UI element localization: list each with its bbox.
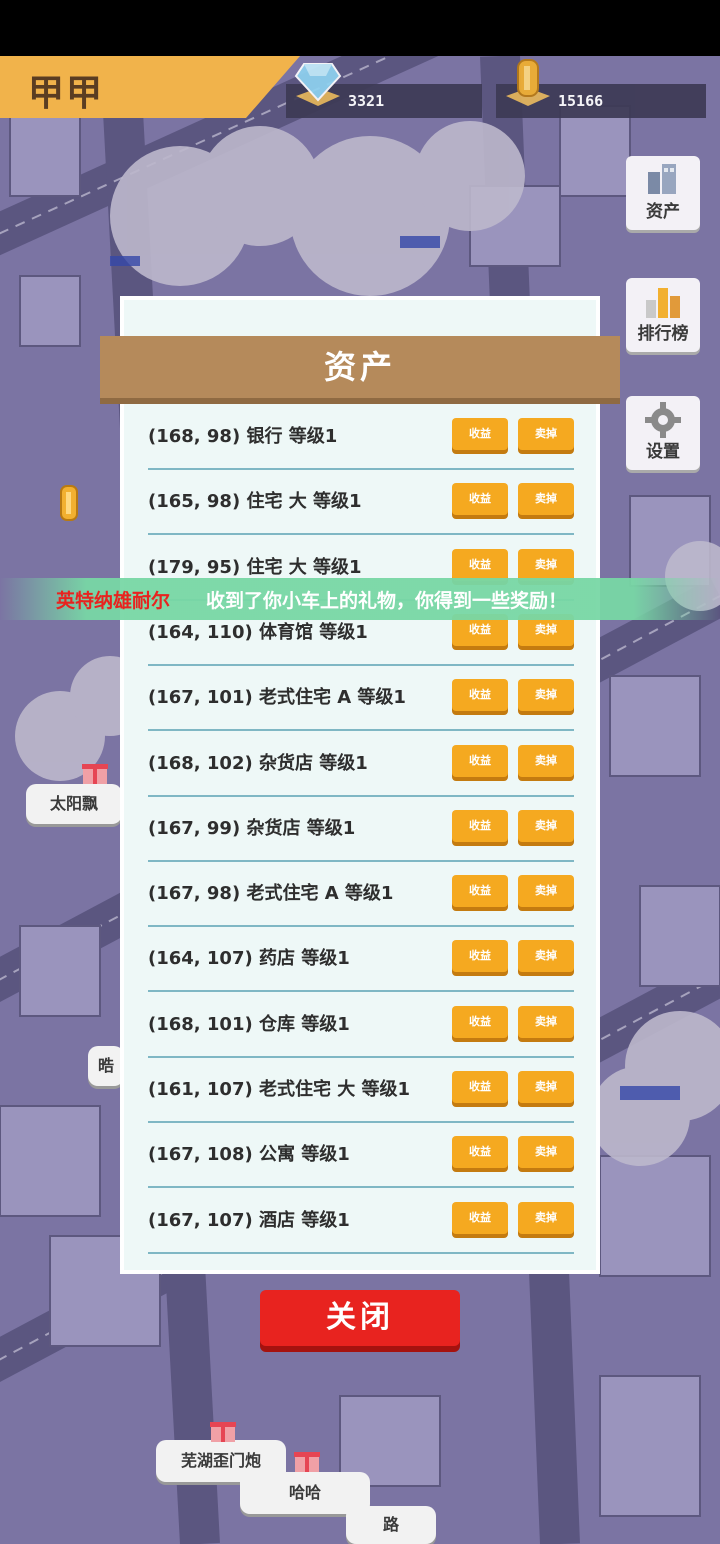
map-label-bubble[interactable]: 太阳飘 — [26, 784, 122, 824]
asset-row-text: (168, 102) 杂货店 等级1 — [148, 752, 368, 774]
asset-row-text: (167, 99) 杂货店 等级1 — [148, 817, 356, 839]
asset-row-text: (168, 98) 银行 等级1 — [148, 426, 338, 447]
collect-income-button[interactable]: 收益 — [452, 1201, 508, 1234]
sell-button[interactable]: 卖掉 — [518, 809, 574, 842]
collect-income-button[interactable]: 收益 — [452, 744, 508, 777]
asset-row-text: (165, 98) 住宅 大 等级1 — [148, 491, 362, 513]
map-label-text: 路 — [382, 1515, 399, 1534]
asset-row: (167, 107) 酒店 等级1 收益 卖掉 — [148, 1188, 574, 1254]
collect-income-button[interactable]: 收益 — [452, 548, 508, 581]
collect-income-button[interactable]: 收益 — [452, 875, 508, 908]
sell-button[interactable]: 卖掉 — [518, 483, 574, 516]
sell-button[interactable]: 卖掉 — [518, 744, 574, 777]
asset-row-text: (167, 108) 公寓 等级1 — [148, 1144, 350, 1166]
coin-counter: 15166 — [496, 59, 706, 118]
close-label: 关闭 — [326, 1300, 394, 1335]
asset-row-text: (161, 107) 老式住宅 大 等级1 — [148, 1079, 411, 1100]
sell-button[interactable]: 卖掉 — [518, 875, 574, 908]
coin-icon — [506, 59, 550, 106]
asset-row-text: (164, 107) 药店 等级1 — [148, 948, 350, 970]
diamond-count: 3321 — [348, 92, 385, 110]
buildings-icon — [648, 164, 676, 194]
player-name: 甲甲 — [28, 73, 105, 114]
asset-row-text: (179, 95) 住宅 大 等级1 — [148, 556, 362, 578]
diamond-counter: 3321 — [286, 63, 482, 118]
asset-row-text: (167, 101) 老式住宅 A 等级1 — [148, 687, 406, 709]
map-label-text: 太阳飘 — [49, 794, 98, 813]
asset-row: (164, 107) 药店 等级1 收益 卖掉 — [148, 926, 574, 993]
sell-button[interactable]: 卖掉 — [518, 1071, 574, 1103]
sell-button[interactable]: 卖掉 — [518, 1201, 574, 1234]
settings-button[interactable]: 设置 — [626, 396, 700, 470]
asset-row-text: (167, 98) 老式住宅 A 等级1 — [148, 883, 394, 905]
collect-income-button[interactable]: 收益 — [452, 1071, 508, 1103]
panel-title: 资产 — [323, 348, 396, 386]
sell-button[interactable]: 卖掉 — [518, 940, 574, 973]
collect-income-button[interactable]: 收益 — [452, 1136, 508, 1169]
collect-income-button[interactable]: 收益 — [452, 940, 508, 973]
asset-row: (168, 101) 仓库 等级1 收益 卖掉 — [148, 992, 574, 1058]
gift-icon[interactable] — [208, 1414, 238, 1444]
sell-button[interactable]: 卖掉 — [518, 1005, 574, 1038]
asset-row: (165, 98) 住宅 大 等级1 收益 卖掉 — [148, 469, 574, 536]
map-label-bubble[interactable]: 晧 — [88, 1046, 124, 1086]
coin-icon[interactable] — [58, 482, 80, 524]
gift-icon[interactable] — [80, 756, 110, 786]
sell-button[interactable]: 卖掉 — [518, 679, 574, 712]
assets-button[interactable]: 资产 — [626, 156, 700, 230]
collect-income-button[interactable]: 收益 — [452, 418, 508, 450]
diamond-icon — [294, 63, 342, 106]
toast-player-name: 英特纳雄耐尔 — [56, 590, 171, 612]
assets-panel-header: 资产 — [100, 336, 620, 404]
asset-row-text: (168, 101) 仓库 等级1 — [148, 1013, 350, 1035]
asset-row-text: (164, 110) 体育馆 等级1 — [148, 621, 368, 643]
toast-message: 收到了你小车上的礼物，你得到一些奖励！ — [206, 590, 568, 612]
asset-row-text: (167, 107) 酒店 等级1 — [148, 1209, 350, 1231]
asset-row: (168, 98) 银行 等级1 收益 卖掉 — [148, 404, 574, 470]
reward-toast: 英特纳雄耐尔 收到了你小车上的礼物，你得到一些奖励！ — [0, 578, 720, 620]
leaderboard-button[interactable]: 排行榜 — [626, 278, 700, 352]
collect-income-button[interactable]: 收益 — [452, 809, 508, 842]
asset-row: (161, 107) 老式住宅 大 等级1 收益 卖掉 — [148, 1057, 574, 1123]
collect-income-button[interactable]: 收益 — [452, 483, 508, 516]
asset-row: (167, 99) 杂货店 等级1 收益 卖掉 — [148, 796, 574, 862]
leaderboard-bars-icon — [646, 288, 680, 318]
close-button[interactable]: 关闭 — [260, 1290, 460, 1346]
assets-label: 资产 — [646, 202, 680, 222]
asset-row: (167, 98) 老式住宅 A 等级1 收益 卖掉 — [148, 861, 574, 928]
sell-button[interactable]: 卖掉 — [518, 1136, 574, 1169]
gear-icon — [645, 402, 681, 438]
map-label-text: 芜湖歪门炮 — [180, 1451, 261, 1470]
status-bar-area — [0, 0, 720, 56]
asset-row: (167, 108) 公寓 等级1 收益 卖掉 — [148, 1122, 574, 1189]
collect-income-button[interactable]: 收益 — [452, 1005, 508, 1038]
coin-count: 15166 — [558, 92, 604, 110]
asset-row: (168, 102) 杂货店 等级1 收益 卖掉 — [148, 731, 574, 797]
collect-income-button[interactable]: 收益 — [452, 679, 508, 712]
sell-button[interactable]: 卖掉 — [518, 418, 574, 450]
asset-row: (167, 101) 老式住宅 A 等级1 收益 卖掉 — [148, 665, 574, 732]
map-label-bubble[interactable]: 路 — [346, 1506, 436, 1544]
map-label-text: 晧 — [97, 1056, 114, 1075]
leaderboard-label: 排行榜 — [637, 324, 689, 344]
gift-icon[interactable] — [292, 1444, 322, 1474]
map-label-text: 哈哈 — [288, 1483, 321, 1502]
settings-label: 设置 — [646, 442, 680, 462]
sell-button[interactable]: 卖掉 — [518, 548, 574, 581]
